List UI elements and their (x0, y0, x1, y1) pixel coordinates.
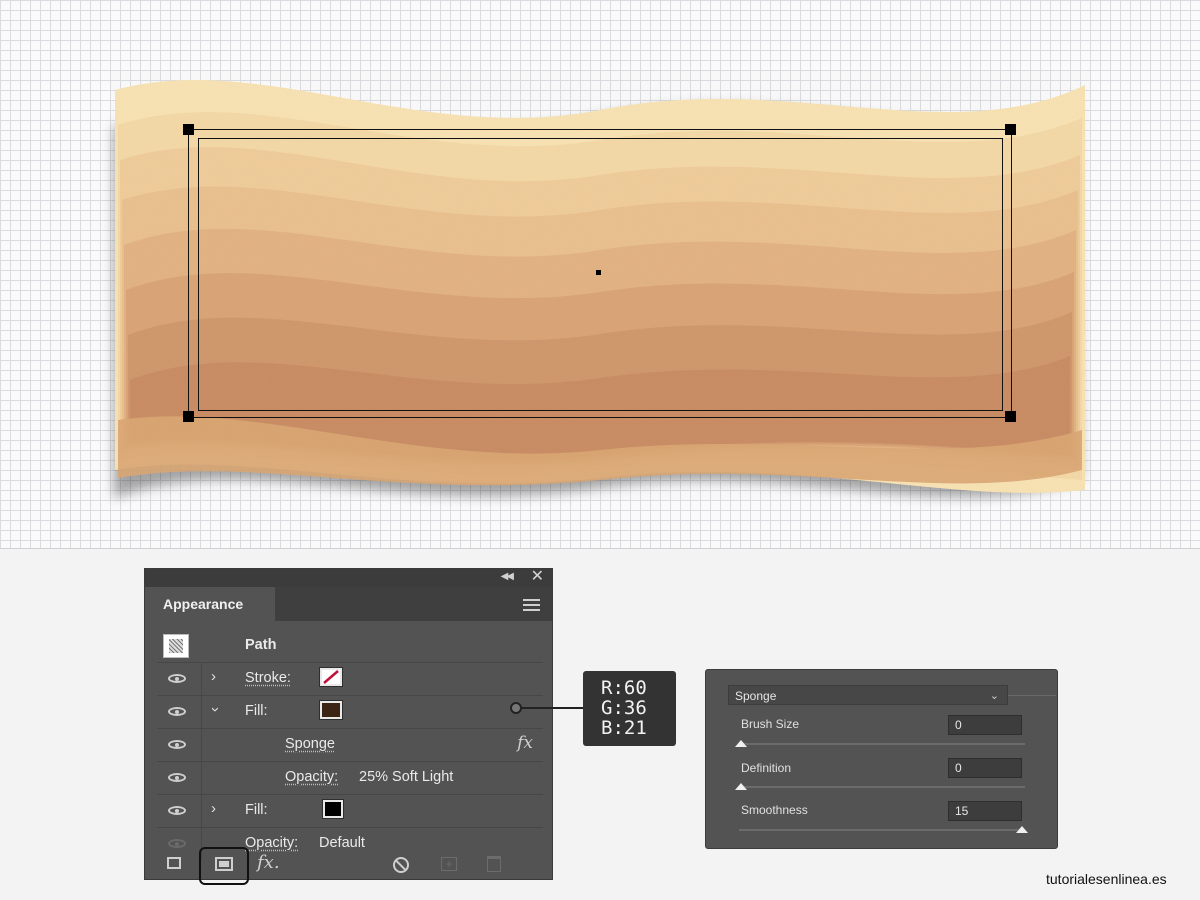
rgb-r: R:60 (601, 677, 647, 699)
sponge-dialog: Sponge ⌄ Brush Size 0 Definition 0 Smoot… (705, 669, 1058, 849)
artboard-canvas[interactable] (0, 0, 1200, 549)
definition-input[interactable]: 0 (948, 758, 1022, 778)
clear-appearance-icon[interactable] (393, 857, 409, 873)
smoothness-slider-thumb[interactable] (1016, 826, 1028, 833)
add-stroke-icon[interactable] (167, 857, 181, 869)
panel-tab-strip: Appearance (145, 587, 552, 621)
smoothness-label: Smoothness (741, 803, 808, 817)
visibility-eye-icon[interactable] (168, 806, 186, 815)
fill-swatch-brown[interactable] (319, 700, 343, 720)
callout-dot (510, 702, 522, 714)
row-fill-black[interactable]: › Fill: (157, 795, 543, 828)
close-icon[interactable]: ✕ (531, 568, 544, 586)
divider (1008, 695, 1056, 696)
brush-size-slider-thumb[interactable] (735, 740, 747, 747)
rgb-b: B:21 (601, 717, 647, 739)
visibility-eye-icon (168, 839, 186, 848)
effect-select-value: Sponge (735, 689, 777, 703)
watermark: tutorialesenlinea.es (1046, 871, 1167, 887)
callout-connector (517, 707, 584, 709)
handle-bottom-left[interactable] (183, 411, 194, 422)
visibility-eye-icon[interactable] (168, 773, 186, 782)
visibility-eye-icon[interactable] (168, 707, 186, 716)
row-stroke[interactable]: › Stroke: (157, 663, 543, 696)
panel-footer: fx. + (145, 847, 552, 885)
smoothness-input[interactable]: 15 (948, 801, 1022, 821)
chevron-right-icon[interactable]: › (211, 668, 216, 685)
row-fill-expanded[interactable]: › Fill: (157, 696, 543, 729)
effect-select[interactable]: Sponge ⌄ (728, 685, 1008, 705)
appearance-panel: ◀◀ ✕ Appearance Path › Stroke: › Fill: S… (144, 568, 553, 885)
handle-top-left[interactable] (183, 124, 194, 135)
opacity-link[interactable]: Opacity: (285, 769, 338, 785)
stroke-swatch[interactable] (319, 667, 343, 687)
opacity-value: 25% Soft Light (359, 769, 454, 785)
effect-link[interactable]: Sponge (285, 736, 335, 752)
handle-bottom-right[interactable] (1005, 411, 1016, 422)
add-fill-icon[interactable] (215, 857, 233, 871)
chevron-down-icon[interactable]: ⌄ (990, 686, 999, 706)
handle-top-right[interactable] (1005, 124, 1016, 135)
duplicate-item-icon: + (441, 857, 457, 871)
rgb-g: G:36 (601, 697, 647, 719)
rgb-color-callout: R:60 G:36 B:21 (583, 671, 676, 746)
row-label: Path (245, 637, 277, 653)
appearance-rows: Path › Stroke: › Fill: Sponge fx Opacity (157, 630, 543, 860)
row-label[interactable]: Stroke: (245, 670, 291, 686)
collapse-icon[interactable]: ◀◀ (501, 571, 514, 582)
fx-icon[interactable]: fx (517, 733, 533, 753)
panel-menu-icon[interactable] (523, 599, 540, 614)
add-effect-fx-icon[interactable]: fx. (257, 852, 280, 882)
fill-swatch-black[interactable] (322, 799, 344, 819)
brush-size-label: Brush Size (741, 717, 800, 731)
tab-appearance[interactable]: Appearance (145, 587, 275, 621)
row-label[interactable]: Fill: (245, 802, 268, 818)
row-sponge-effect[interactable]: Sponge fx (157, 729, 543, 762)
brush-size-input[interactable]: 0 (948, 715, 1022, 735)
definition-slider[interactable] (739, 786, 1025, 788)
row-path[interactable]: Path (157, 630, 543, 663)
path-thumbnail (163, 634, 189, 658)
definition-label: Definition (741, 761, 792, 775)
center-point (596, 270, 601, 275)
visibility-eye-icon[interactable] (168, 740, 186, 749)
panel-title-bar[interactable]: ◀◀ ✕ (145, 568, 552, 587)
brush-size-slider[interactable] (739, 743, 1025, 745)
chevron-right-icon[interactable]: › (211, 800, 216, 817)
row-fill-opacity[interactable]: Opacity: 25% Soft Light (157, 762, 543, 795)
smoothness-slider[interactable] (739, 829, 1025, 831)
chevron-down-icon[interactable]: › (207, 707, 224, 712)
visibility-eye-icon[interactable] (168, 674, 186, 683)
trash-icon (487, 856, 501, 872)
definition-slider-thumb[interactable] (735, 783, 747, 790)
row-label[interactable]: Fill: (245, 703, 268, 719)
